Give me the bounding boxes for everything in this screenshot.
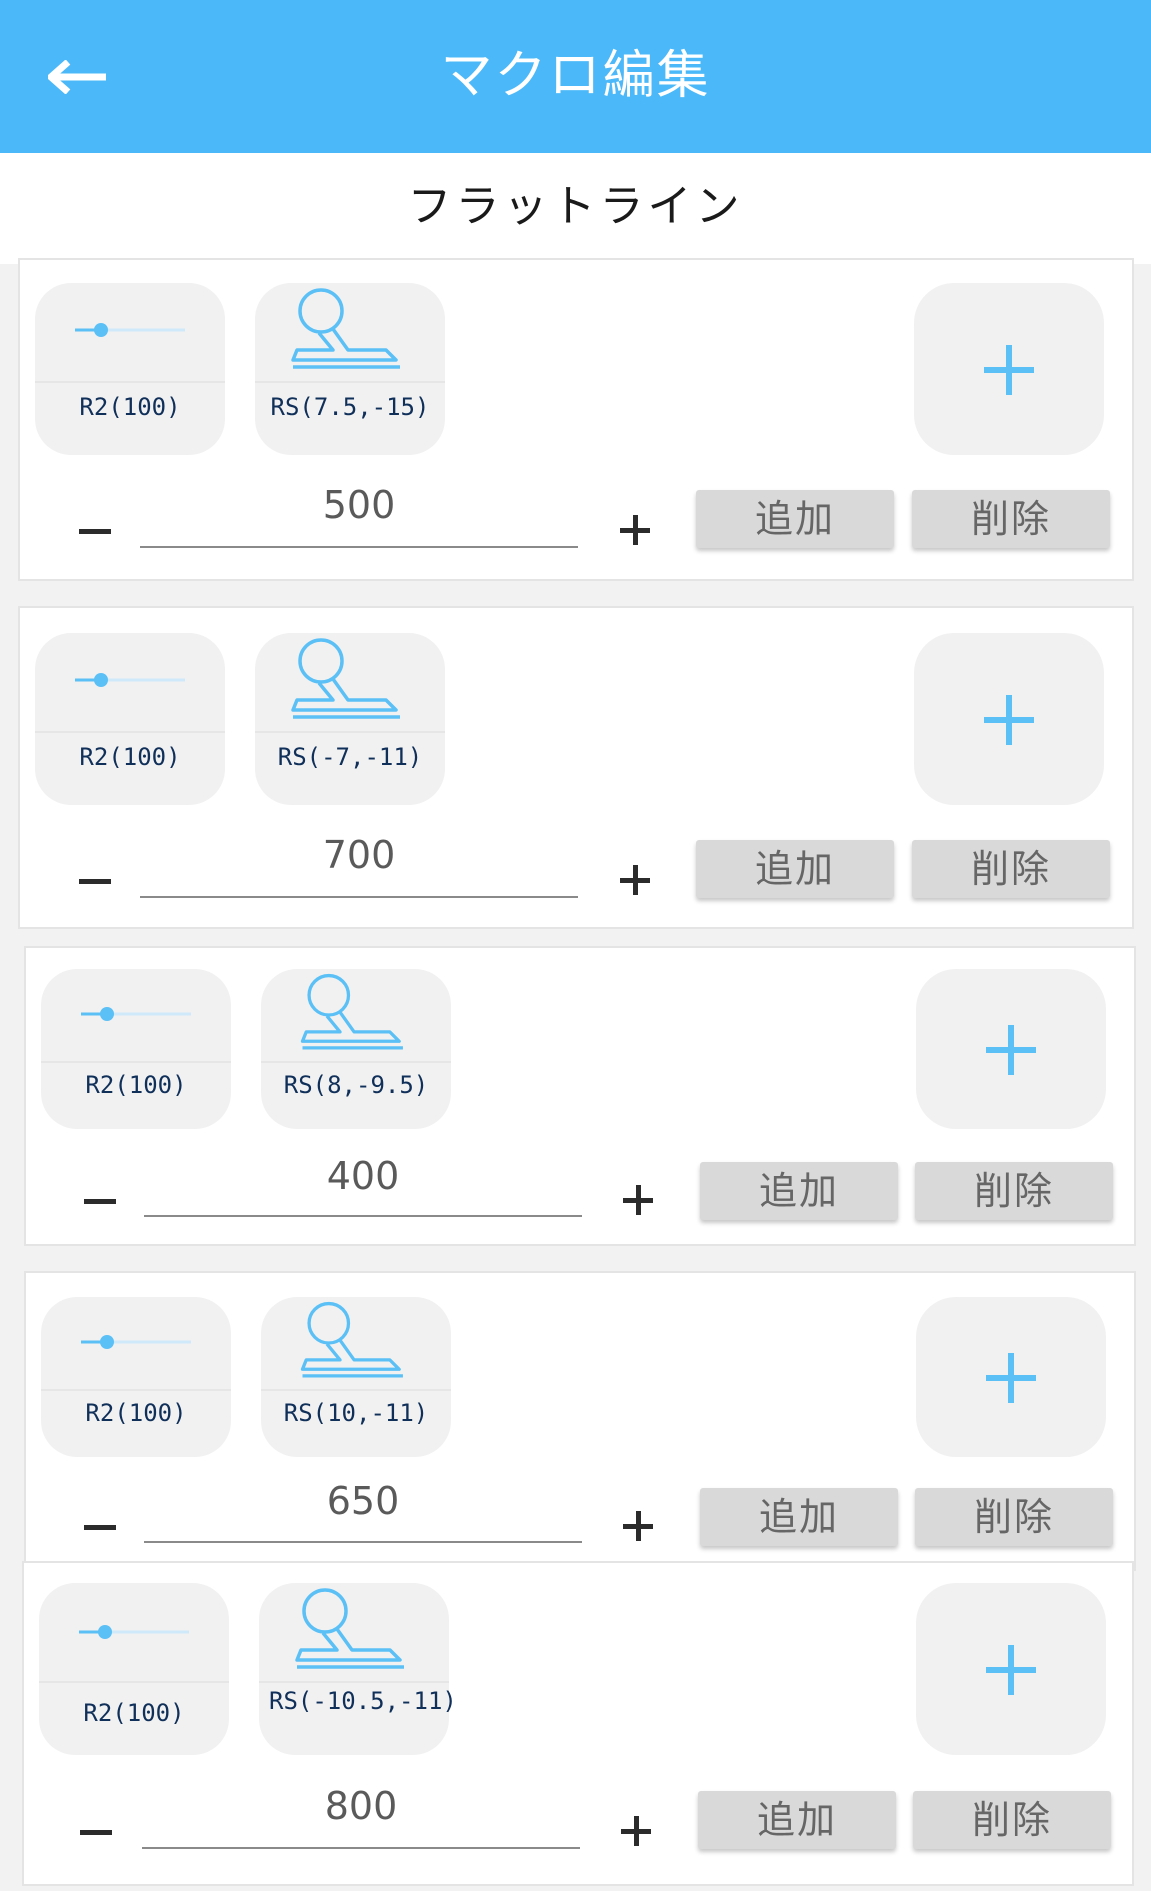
trigger-input-tile[interactable]: R2(100) <box>39 1583 229 1755</box>
add-step-button[interactable]: 追加 <box>696 490 894 548</box>
trigger-value-label: R2(100) <box>83 1699 185 1727</box>
decrement-button[interactable] <box>70 1496 130 1556</box>
stick-input-tile[interactable]: RS(10,-11) <box>261 1297 451 1457</box>
trigger-input-tile[interactable]: R2(100) <box>41 1297 231 1457</box>
increment-button[interactable] <box>608 1170 668 1230</box>
macro-step-card: R2(100) RS(10,-11) 650 追加 削除 <box>24 1271 1136 1571</box>
minus-icon <box>84 1525 116 1530</box>
increment-button[interactable] <box>606 1801 666 1861</box>
add-step-button[interactable]: 追加 <box>696 840 894 898</box>
plus-icon <box>986 1353 1036 1403</box>
app-bar: マクロ編集 <box>0 0 1151 153</box>
duration-input[interactable]: 650 <box>144 1476 582 1528</box>
page-title: マクロ編集 <box>440 46 711 106</box>
decrement-button[interactable] <box>65 850 125 910</box>
add-input-tile[interactable] <box>916 969 1106 1129</box>
trigger-slider-icon <box>79 1625 189 1639</box>
duration-input[interactable]: 500 <box>140 480 578 532</box>
duration-input-underline <box>144 1541 582 1543</box>
duration-input-underline <box>142 1847 580 1849</box>
minus-icon <box>79 879 111 884</box>
trigger-slider-icon <box>81 1007 191 1021</box>
increment-button[interactable] <box>608 1496 668 1556</box>
duration-input[interactable]: 400 <box>144 1151 582 1203</box>
macro-step-card: R2(100) RS(-7,-11) 700 追加 削除 <box>18 606 1134 929</box>
trigger-value-label: R2(100) <box>85 1071 187 1099</box>
plus-icon <box>633 865 638 895</box>
trigger-value-label: R2(100) <box>85 1399 187 1427</box>
analog-stick-icon <box>300 973 403 1050</box>
trigger-input-tile[interactable]: R2(100) <box>41 969 231 1129</box>
stick-input-tile[interactable]: RS(-10.5,-11) <box>259 1583 457 1755</box>
increment-button[interactable] <box>605 500 665 560</box>
delete-step-button[interactable]: 削除 <box>912 490 1110 548</box>
add-step-button[interactable]: 追加 <box>700 1162 898 1220</box>
duration-input-underline <box>144 1215 582 1217</box>
stick-value-label: RS(10,-11) <box>283 1399 429 1427</box>
trigger-input-tile[interactable]: R2(100) <box>35 633 225 805</box>
analog-stick-icon <box>300 1301 403 1378</box>
minus-icon <box>84 1199 116 1204</box>
delete-step-button[interactable]: 削除 <box>913 1791 1111 1849</box>
stick-value-label: RS(8,-9.5) <box>283 1071 429 1099</box>
duration-input-underline <box>140 896 578 898</box>
add-input-tile[interactable] <box>916 1583 1106 1755</box>
delete-step-button[interactable]: 削除 <box>915 1488 1113 1546</box>
macro-step-card: R2(100) RS(-10.5,-11) 800 追加 削除 <box>22 1561 1134 1886</box>
plus-icon <box>633 515 638 545</box>
stick-value-label: RS(-7,-11) <box>277 743 423 771</box>
stick-value-label: RS(-10.5,-11) <box>269 1687 457 1715</box>
plus-icon <box>986 1025 1036 1075</box>
duration-input[interactable]: 800 <box>142 1781 580 1833</box>
trigger-slider-icon <box>81 1335 191 1349</box>
decrement-button[interactable] <box>66 1801 126 1861</box>
trigger-input-tile[interactable]: R2(100) <box>35 283 225 455</box>
analog-stick-icon <box>291 638 400 719</box>
macro-name-bar: フラットライン <box>0 153 1151 264</box>
minus-icon <box>79 529 111 534</box>
macro-name: フラットライン <box>407 181 744 232</box>
delete-step-button[interactable]: 削除 <box>915 1162 1113 1220</box>
plus-icon <box>634 1816 639 1846</box>
stick-input-tile[interactable]: RS(7.5,-15) <box>255 283 445 455</box>
increment-button[interactable] <box>605 850 665 910</box>
duration-input[interactable]: 700 <box>140 830 578 882</box>
delete-step-button[interactable]: 削除 <box>912 840 1110 898</box>
add-input-tile[interactable] <box>914 633 1104 805</box>
decrement-button[interactable] <box>70 1170 130 1230</box>
add-input-tile[interactable] <box>916 1297 1106 1457</box>
plus-icon <box>636 1511 641 1541</box>
macro-step-card: R2(100) RS(7.5,-15) 500 追加 削除 <box>18 258 1134 581</box>
trigger-value-label: R2(100) <box>79 393 181 421</box>
analog-stick-icon <box>291 288 400 369</box>
duration-input-underline <box>140 546 578 548</box>
trigger-slider-icon <box>75 323 185 337</box>
plus-icon <box>984 345 1034 395</box>
analog-stick-icon <box>295 1588 404 1669</box>
plus-icon <box>636 1185 641 1215</box>
stick-value-label: RS(7.5,-15) <box>270 393 430 421</box>
add-step-button[interactable]: 追加 <box>700 1488 898 1546</box>
stick-input-tile[interactable]: RS(-7,-11) <box>255 633 445 805</box>
add-input-tile[interactable] <box>914 283 1104 455</box>
minus-icon <box>80 1830 112 1835</box>
trigger-slider-icon <box>75 673 185 687</box>
macro-step-card: R2(100) RS(8,-9.5) 400 追加 削除 <box>24 946 1136 1246</box>
add-step-button[interactable]: 追加 <box>698 1791 896 1849</box>
stick-input-tile[interactable]: RS(8,-9.5) <box>261 969 451 1129</box>
plus-icon <box>986 1645 1036 1695</box>
plus-icon <box>984 695 1034 745</box>
decrement-button[interactable] <box>65 500 125 560</box>
trigger-value-label: R2(100) <box>79 743 181 771</box>
